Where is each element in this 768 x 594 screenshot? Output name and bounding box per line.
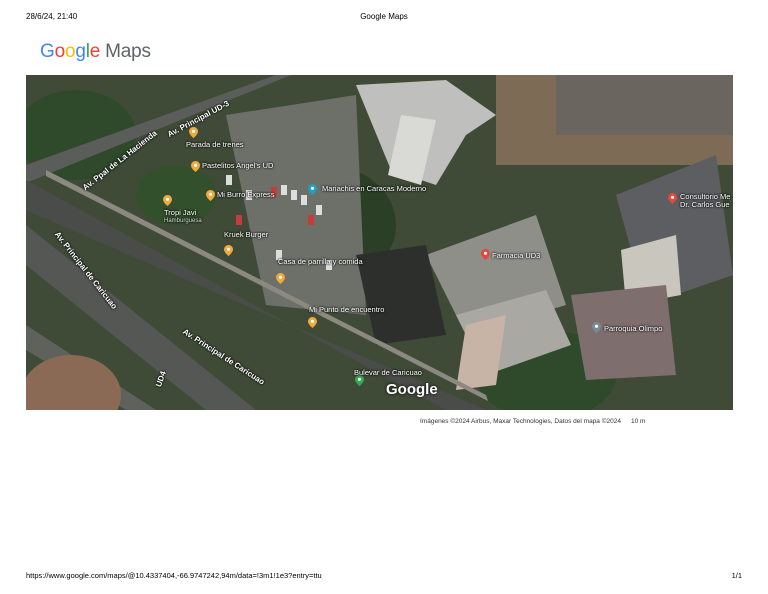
- place-label[interactable]: Mi Punto de encuentro: [309, 306, 384, 314]
- place-label[interactable]: Mariachis en Caracas Moderno: [322, 185, 426, 193]
- mariachis-pin-icon[interactable]: [308, 184, 317, 195]
- place-label[interactable]: Consultorio Me Dr. Carlos Gue: [680, 193, 733, 209]
- map-attribution: Imágenes ©2024 Airbus, Maxar Technologie…: [420, 418, 645, 425]
- food-pin-icon[interactable]: [276, 273, 285, 284]
- satellite-imagery: [26, 75, 733, 410]
- print-page-number: 1/1: [731, 571, 742, 580]
- place-label[interactable]: Farmacia UD3: [492, 252, 540, 260]
- place-label[interactable]: Bulevar de Caricuao: [354, 369, 422, 377]
- google-maps-logo[interactable]: Google Maps: [40, 41, 151, 63]
- food-pin-icon[interactable]: [224, 245, 233, 256]
- print-page-title: Google Maps: [360, 12, 408, 21]
- pharmacy-pin-icon[interactable]: [481, 249, 490, 260]
- logo-product: Maps: [105, 41, 151, 62]
- place-label[interactable]: Casa de parrilla y comida: [278, 258, 363, 266]
- place-label[interactable]: Parada de trenes: [186, 141, 244, 149]
- scale-label: 10 m: [630, 418, 646, 425]
- google-watermark: Google: [386, 381, 438, 398]
- food-pin-icon[interactable]: [163, 195, 172, 206]
- place-label[interactable]: Tropi Javi Hamburguesa: [164, 209, 202, 225]
- food-pin-icon[interactable]: [206, 190, 215, 201]
- clinic-pin-icon[interactable]: [668, 193, 677, 204]
- attribution-text: Imágenes ©2024 Airbus, Maxar Technologie…: [420, 418, 621, 425]
- print-url: https://www.google.com/maps/@10.4337404,…: [26, 571, 322, 580]
- place-label[interactable]: Parroquia Olimpo: [604, 325, 662, 333]
- food-pin-icon[interactable]: [191, 161, 200, 172]
- place-label[interactable]: Mi Burro Express: [217, 191, 275, 199]
- food-pin-icon[interactable]: [189, 127, 198, 138]
- satellite-map[interactable]: Mariachis en Caracas Moderno Farmacia UD…: [26, 75, 733, 410]
- place-label[interactable]: Pastelitos Angel's UD: [202, 162, 273, 170]
- place-label[interactable]: Kruek Burger: [224, 231, 268, 239]
- food-pin-icon[interactable]: [308, 317, 317, 328]
- church-pin-icon[interactable]: [592, 322, 601, 333]
